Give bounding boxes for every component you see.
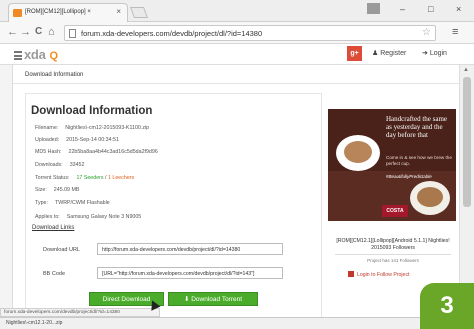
login-label: Login [429, 50, 447, 57]
address-bar[interactable]: forum.xda-developers.com/devdb/project/d… [64, 25, 436, 41]
info-label: Uploaded [35, 137, 58, 143]
info-value: 22b5ba8aa4b44c3ad16c5d5da2f9d96 [68, 149, 158, 155]
tab-title: [ROM][CM12][Lollipop] × [25, 9, 91, 15]
scroll-thumb[interactable] [463, 77, 471, 207]
home-button[interactable]: ⌂ [48, 26, 55, 38]
info-value: 245.09 MB [53, 187, 80, 193]
info-label: Filename [35, 125, 57, 131]
latte-art-image [336, 135, 380, 171]
bb-code-label: BB Code [43, 271, 66, 277]
reload-button[interactable]: C [35, 26, 42, 38]
section-divider [13, 83, 461, 84]
info-value: TWRP/CWM Flashable [54, 200, 110, 206]
tab-strip: [ROM][CM12][Lollipop] × × – □ × [0, 0, 474, 22]
info-row-filename: Filename: Nightlies\-cm12-2015093-K1100.z… [35, 125, 150, 131]
address-url: forum.xda-developers.com/devdb/project/d… [81, 29, 263, 38]
login-follow-label: Login to Follow Project [357, 272, 410, 278]
download-torrent-button[interactable]: ⬇ Download Torrent [168, 292, 258, 306]
step-badge: 3 [420, 283, 474, 329]
leechers-count: 1 Leechers [107, 175, 135, 181]
info-row-torrent-status: Torrent Status: 17 Seeders / 1 Leechers [35, 175, 135, 181]
close-tab-icon[interactable]: × [116, 7, 121, 16]
login-link[interactable]: ➜ Login [422, 49, 447, 57]
info-row-downloads: Downloads: 33452 [35, 162, 85, 168]
coffee-cup-image [410, 181, 450, 215]
back-button[interactable]: ← [7, 26, 18, 38]
project-name[interactable]: [ROM][CM12.1][Lollipop][Android 5.1.1] N… [331, 238, 455, 252]
new-tab-button[interactable] [129, 7, 149, 18]
browser-window: [ROM][CM12][Lollipop] × × – □ × ← → C ⌂ … [0, 0, 474, 329]
search-icon[interactable]: Q [50, 50, 59, 62]
info-row-md5: MD5 Hash: 22b5ba8aa4b44c3ad16c5d5da2f9d96 [35, 149, 158, 155]
download-torrent-label: Download Torrent [191, 296, 243, 303]
register-link[interactable]: ♟ Register [372, 49, 406, 57]
page-icon [69, 29, 76, 38]
project-followers: Project has 141 Followers [367, 258, 419, 263]
scroll-up-icon[interactable]: ▲ [463, 67, 469, 73]
info-value: 33452 [69, 162, 85, 168]
browser-menu-button[interactable]: ≡ [452, 26, 458, 38]
project-divider [335, 254, 451, 255]
status-url: forum.xda-developers.com/devdb/project/d… [0, 308, 160, 317]
xda-logo[interactable]: xda Q [14, 47, 58, 62]
browser-toolbar: ← → C ⌂ forum.xda-developers.com/devdb/p… [0, 22, 474, 44]
info-value: 2015-Sep-14 00:34:51 [66, 137, 119, 143]
register-label: Register [380, 50, 407, 57]
close-window-button[interactable]: × [456, 4, 461, 14]
info-row-uploaded: Uploaded: 2015-Sep-14 00:34:51 [35, 137, 119, 143]
main-content: Download Information Download Informatio… [12, 65, 462, 329]
downloaded-file-item[interactable]: Nightlies\-cm12.1-20...zip [6, 320, 62, 326]
xda-favicon-icon [13, 9, 22, 17]
ad-hashtag: #BeautifullyPredictable [386, 174, 432, 179]
section-title: Download Information [25, 72, 84, 78]
maximize-button[interactable]: □ [428, 4, 433, 14]
advertisement[interactable]: Handcrafted the same as yesterday and th… [328, 109, 456, 221]
browser-tab[interactable]: [ROM][CM12][Lollipop] × × [8, 3, 128, 22]
ad-body: Come in & see how we brew the perfect cu… [386, 155, 452, 166]
follow-icon [348, 271, 354, 277]
info-label: MD5 Hash [35, 149, 61, 155]
ad-headline: Handcrafted the same as yesterday and th… [386, 115, 448, 139]
bb-code-field[interactable]: [URL="http://forum.xda-developers.com/de… [97, 267, 283, 279]
download-links-link[interactable]: Download Links [32, 225, 74, 231]
logo-text: xda [24, 47, 46, 62]
info-label: Type [35, 200, 47, 206]
page-title: Download Information [31, 105, 153, 117]
info-label: Size [35, 187, 46, 193]
seeders-count: 17 Seeders [76, 175, 104, 181]
info-value: Samsung Galaxy Note 3 N9005 [66, 214, 142, 220]
download-url-field[interactable]: http://forum.xda-developers.com/devdb/pr… [97, 243, 283, 255]
bookmark-star-icon[interactable]: ☆ [422, 27, 431, 38]
info-row-size: Size: 245.09 MB [35, 187, 80, 193]
info-label: Torrent Status [35, 175, 68, 181]
user-profile-icon[interactable] [367, 3, 380, 14]
info-row-type: Type: TWRP/CWM Flashable [35, 200, 110, 206]
login-to-follow-link[interactable]: Login to Follow Project [348, 271, 409, 278]
info-label: Applies to [35, 214, 59, 220]
download-shelf: Nightlies\-cm12.1-20...zip [0, 317, 474, 329]
costa-logo: COSTA [382, 205, 408, 217]
info-label: Downloads [35, 162, 62, 168]
info-row-applies-to: Applies to: Samsung Galaxy Note 3 N9005 [35, 214, 142, 220]
download-url-label: Download URL [43, 247, 80, 253]
info-value: Nightlies\-cm12-2015093-K1100.zip [65, 125, 150, 131]
minimize-button[interactable]: – [400, 4, 405, 14]
site-header: xda Q g+ ♟ Register ➜ Login [0, 44, 474, 65]
forward-button[interactable]: → [20, 26, 31, 38]
google-plus-button[interactable]: g+ [347, 46, 362, 61]
download-icon: ⬇ [183, 296, 190, 303]
menu-bars-icon[interactable] [14, 51, 22, 60]
